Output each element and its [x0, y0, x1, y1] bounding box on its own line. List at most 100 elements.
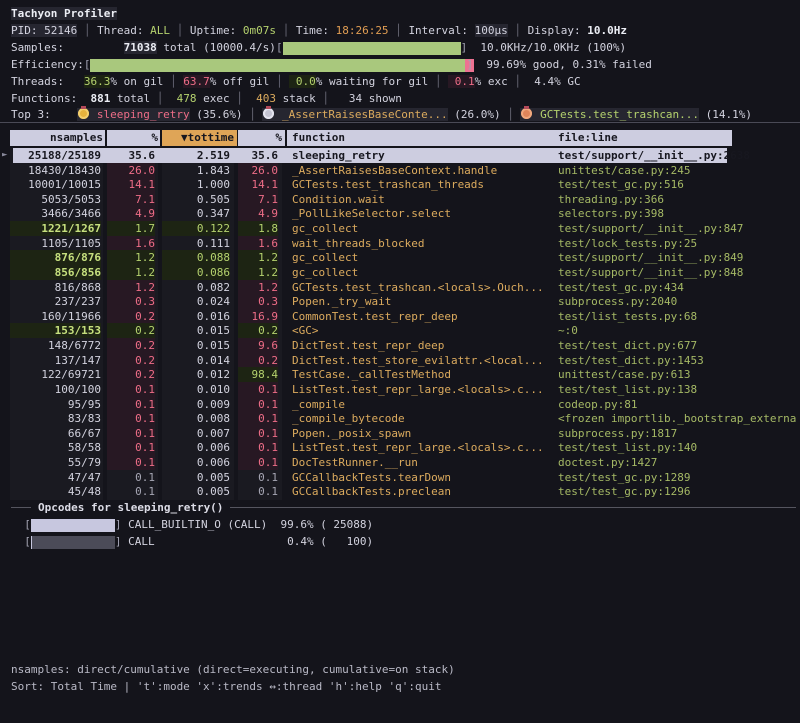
text-segment: PID: 52146 [11, 24, 77, 37]
cell-fl: test/lock_tests.py:25 [558, 236, 800, 251]
cell-tt: 0.005 [162, 484, 230, 499]
cell-p2: 1.2 [238, 280, 278, 295]
column-header-fn[interactable]: function [287, 130, 555, 146]
cell-fn: Condition.wait [292, 192, 550, 207]
cell-p2: 0.1 [238, 382, 278, 397]
cell-fl: unittest/case.py:245 [558, 163, 800, 178]
cell-p2: 98.4 [238, 367, 278, 382]
table-top-divider [0, 122, 800, 123]
table-row[interactable]: 45/480.10.0050.1GCCallbackTests.preclean… [0, 484, 800, 499]
text-segment: │ [508, 24, 528, 37]
cell-ns: 237/237 [10, 294, 101, 309]
text-segment: CALL [128, 535, 280, 548]
table-row[interactable]: 10001/1001514.11.00014.1GCTests.test_tra… [0, 177, 800, 192]
cell-fn: Popen._try_wait [292, 294, 550, 309]
text-segment: 10.0Hz [587, 24, 627, 37]
table-row[interactable]: 137/1470.20.0140.2DictTest.test_store_ev… [0, 353, 800, 368]
table-row[interactable]: 95/950.10.0090.1_compilecodeop.py:81 [0, 397, 800, 412]
text-segment: total [110, 92, 156, 105]
status-line-samples: Samples: 71038 total (10000.4/s)[] 10.0K… [11, 39, 800, 56]
cell-tt: 1.000 [162, 177, 230, 192]
table-row[interactable]: 122/697210.20.01298.4TestCase._callTestM… [0, 367, 800, 382]
text-segment: Efficiency: [11, 58, 84, 71]
cell-ns: 876/876 [10, 250, 101, 265]
cell-fl: ~:0 [558, 323, 800, 338]
text-segment: 0m07s [243, 24, 276, 37]
table-row[interactable]: 3466/34664.90.3474.9_PollLikeSelector.se… [0, 206, 800, 221]
table-row[interactable]: 47/470.10.0050.1GCCallbackTests.tearDown… [0, 470, 800, 485]
table-row[interactable]: ►25188/2518935.62.51935.6sleeping_retryt… [0, 148, 800, 163]
text-segment: 10.0KHz/10.0KHz (100%) [467, 41, 626, 54]
table-row[interactable]: 856/8561.20.0861.2gc_collecttest/support… [0, 265, 800, 280]
cell-fn: gc_collect [292, 250, 550, 265]
table-row[interactable]: 83/830.10.0080.1_compile_bytecode<frozen… [0, 411, 800, 426]
cell-ns: 816/868 [10, 280, 101, 295]
text-segment: 0.1 [448, 75, 475, 88]
table-header-row: nsamples%▼tottime%functionfile:line [0, 130, 800, 146]
cell-ns: 1221/1267 [10, 221, 101, 236]
cell-p1: 0.1 [107, 440, 155, 455]
column-header-p1[interactable]: % [107, 130, 160, 146]
text-segment: 4.4% GC [528, 75, 581, 88]
cell-p1: 1.2 [107, 250, 155, 265]
cell-tt: 0.016 [162, 309, 230, 324]
table-row[interactable]: 1221/12671.70.1221.8gc_collecttest/suppo… [0, 221, 800, 236]
text-segment: │ [389, 24, 409, 37]
cell-ns: 5053/5053 [10, 192, 101, 207]
cell-p1: 0.1 [107, 411, 155, 426]
status-line-top3: Top 3: sleeping_retry (35.6%) │ _AssertR… [11, 106, 800, 123]
table-row[interactable]: 18430/1843026.01.84326.0_AssertRaisesBas… [0, 163, 800, 178]
text-segment: CALL_BUILTIN_O (CALL) [128, 518, 280, 531]
column-header-p2[interactable]: % [238, 130, 285, 146]
table-row[interactable]: 160/119660.20.01616.9CommonTest.test_rep… [0, 309, 800, 324]
efficiency-bar [90, 59, 466, 72]
text-segment: _AssertRaisesBaseConte... [275, 108, 447, 121]
cell-ns: 3466/3466 [10, 206, 101, 221]
cell-p2: 0.1 [238, 484, 278, 499]
cell-fn: DictTest.test_store_evilattr.<local... [292, 353, 550, 368]
cell-tt: 0.015 [162, 323, 230, 338]
cell-p1: 0.1 [107, 397, 155, 412]
cell-fn: _PollLikeSelector.select [292, 206, 550, 221]
cell-fn: gc_collect [292, 221, 550, 236]
column-header-fl[interactable]: file:line [553, 130, 732, 146]
cell-fl: test/support/__init__.py:849 [558, 250, 800, 265]
text-segment: [ [11, 535, 31, 548]
cell-fl: test/test_list.py:140 [558, 440, 800, 455]
table-row[interactable]: 100/1000.10.0100.1ListTest.test_repr_lar… [0, 382, 800, 397]
cell-fn: gc_collect [292, 265, 550, 280]
text-segment: 403 [243, 92, 276, 105]
table-row[interactable]: 876/8761.20.0881.2gc_collecttest/support… [0, 250, 800, 265]
cell-tt: 0.024 [162, 294, 230, 309]
cell-p2: 14.1 [238, 177, 278, 192]
cell-ns: 160/11966 [10, 309, 101, 324]
cell-fl: threading.py:366 [558, 192, 800, 207]
table-row[interactable]: 55/790.10.0060.1DocTestRunner.__rundocte… [0, 455, 800, 470]
table-row[interactable]: 148/67720.20.0159.6DictTest.test_repr_de… [0, 338, 800, 353]
cell-p2: 0.1 [238, 411, 278, 426]
cell-p2: 0.2 [238, 353, 278, 368]
text-segment: 881 [90, 92, 110, 105]
table-row[interactable]: 58/580.10.0060.1ListTest.test_repr_large… [0, 440, 800, 455]
cell-tt: 0.347 [162, 206, 230, 221]
cell-fl: test/test_gc.py:1289 [558, 470, 800, 485]
top3-entry: GCTests.test_trashcan... [520, 108, 699, 121]
text-segment: Threads: [11, 75, 84, 88]
cell-fn: wait_threads_blocked [292, 236, 550, 251]
table-row[interactable]: 237/2370.30.0240.3Popen._try_waitsubproc… [0, 294, 800, 309]
table-row[interactable]: 153/1530.20.0150.2<GC>~:0 [0, 323, 800, 338]
table-row[interactable]: 816/8681.20.0821.2GCTests.test_trashcan.… [0, 280, 800, 295]
table-row[interactable]: 5053/50537.10.5057.1Condition.waitthread… [0, 192, 800, 207]
cell-fn: GCTests.test_trashcan.<locals>.Ouch... [292, 280, 550, 295]
text-segment: 478 [163, 92, 196, 105]
cell-p1: 7.1 [107, 192, 155, 207]
cell-ns: 856/856 [10, 265, 101, 280]
column-header-tt[interactable]: ▼tottime [162, 130, 237, 146]
column-header-ns[interactable]: nsamples [10, 130, 105, 146]
cell-fn: _compile [292, 397, 550, 412]
table-row[interactable]: 1105/11051.60.1111.6wait_threads_blocked… [0, 236, 800, 251]
cell-fn: CommonTest.test_repr_deep [292, 309, 550, 324]
cell-p1: 0.2 [107, 323, 155, 338]
table-row[interactable]: 66/670.10.0070.1Popen._posix_spawnsubpro… [0, 426, 800, 441]
cell-fl: test/list_tests.py:68 [558, 309, 800, 324]
